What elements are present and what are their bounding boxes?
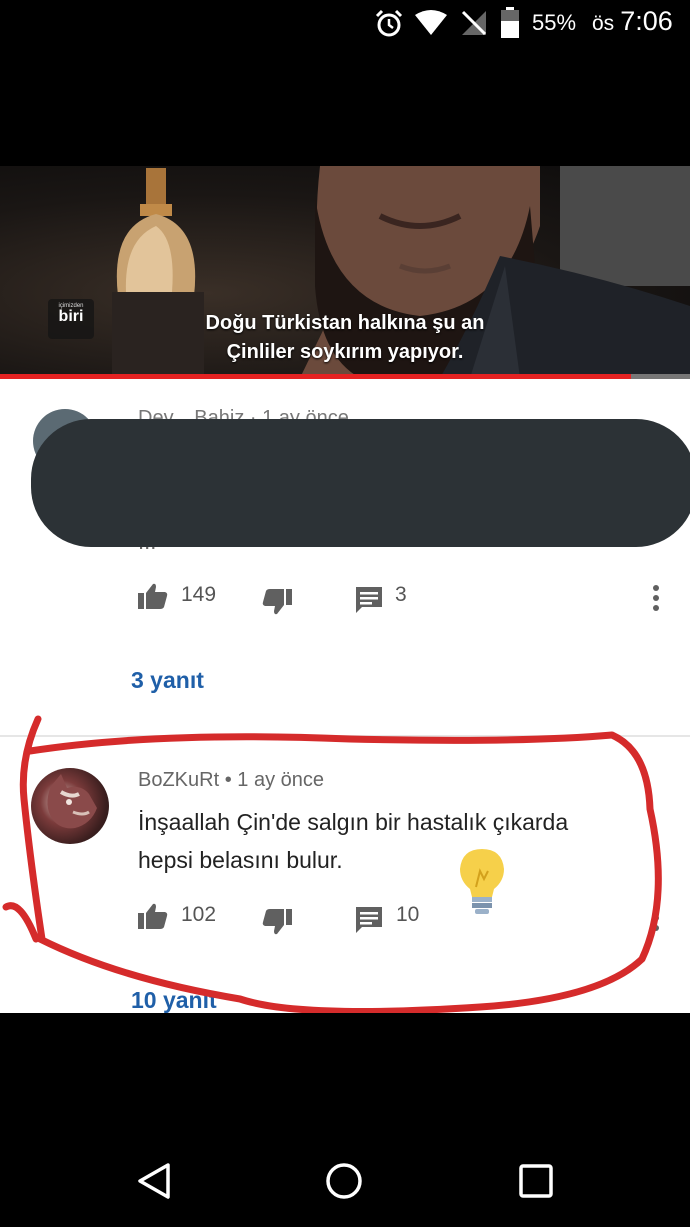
comment-1-like-count: 149 (181, 583, 217, 606)
reply-comment-icon[interactable] (356, 587, 382, 613)
thumbs-up-icon[interactable] (138, 903, 168, 929)
home-icon[interactable] (324, 1161, 364, 1201)
battery-icon (501, 7, 519, 38)
no-signal-icon (461, 10, 487, 36)
comment-1-view-replies[interactable]: 3 yanıt (131, 667, 204, 694)
meta-dot: • (224, 769, 238, 791)
comment-2-text-line-1: İnşaallah Çin'de salgın bir hastalık çık… (138, 809, 569, 835)
redaction-block (31, 419, 690, 547)
comment-2-avatar[interactable] (31, 768, 109, 844)
channel-logo-big: biri (58, 308, 84, 325)
comment-2-view-replies[interactable]: 10 yanıt (131, 987, 217, 1013)
comment-1-actions: 149 3 (0, 579, 690, 619)
subtitle-line-1: Doğu Türkistan halkına şu an (205, 312, 485, 334)
comment-1-reply-count: 3 (395, 583, 407, 606)
comment-2-meta: BoZKuRt • 1 ay önce (138, 769, 324, 792)
clock-time: 7:06 (620, 6, 673, 36)
thumbs-down-icon[interactable] (262, 909, 292, 935)
back-icon[interactable] (134, 1161, 174, 1201)
comment-2-time: 1 ay önce (237, 769, 325, 791)
subtitle-line-2: Çinliler soykırım yapıyor. (226, 341, 464, 363)
more-vert-icon[interactable] (646, 903, 666, 933)
more-vert-icon[interactable] (646, 583, 666, 613)
reply-comment-icon[interactable] (356, 907, 382, 933)
divider (0, 735, 690, 737)
comments-panel: Dev... Bahiz · 1 ay önce ... 149 3 3 yan… (0, 379, 690, 1013)
video-player[interactable]: içimizden biri Doğu Türkistan halkına şu… (0, 166, 690, 378)
wolf-avatar-image (47, 774, 97, 829)
alarm-icon (375, 9, 403, 37)
channel-logo: içimizden biri (48, 299, 94, 339)
thumbs-down-icon[interactable] (262, 589, 292, 615)
comment-2-actions: 102 10 (0, 899, 690, 939)
navigation-bar (0, 1013, 690, 1227)
clock-ampm: ös (592, 12, 615, 35)
clock: ös 7:06 (592, 6, 673, 37)
status-bar: 55% ös 7:06 (0, 0, 690, 50)
comment-2-author[interactable]: BoZKuRt (138, 769, 219, 791)
wifi-icon (415, 10, 447, 35)
comment-2-reply-count: 10 (396, 903, 420, 926)
comment-2-text-line-2: hepsi belasını bulur. (138, 847, 343, 873)
comment-2-text: İnşaallah Çin'de salgın bir hastalık çık… (138, 803, 638, 879)
recent-apps-icon[interactable] (518, 1163, 554, 1199)
comment-2-like-count: 102 (181, 903, 217, 926)
battery-percent: 55% (532, 10, 577, 35)
thumbs-up-icon[interactable] (138, 583, 168, 609)
